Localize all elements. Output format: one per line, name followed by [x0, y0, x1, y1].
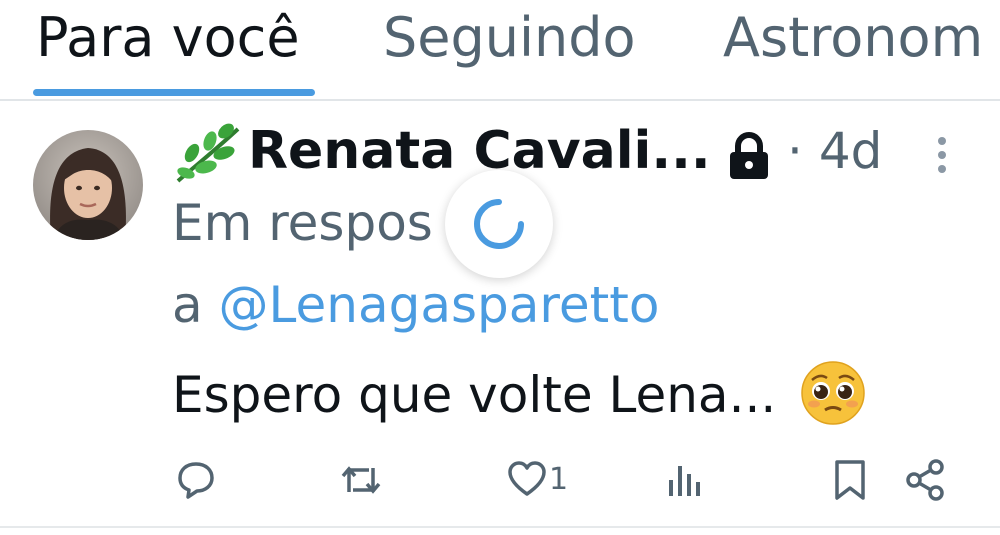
tweet-text-content: Espero que volte Lena...: [172, 366, 777, 424]
share-icon: [906, 459, 944, 501]
lock-icon: [730, 132, 768, 179]
more-options-icon[interactable]: [934, 135, 950, 175]
pleading-face-icon: [801, 361, 865, 425]
tweet-time-value: 4d: [818, 122, 883, 180]
tab-para-voce[interactable]: Para você: [36, 6, 300, 70]
active-tab-indicator: [33, 89, 315, 96]
timeline-tabs: Para você Seguindo Astronom: [0, 0, 1000, 101]
bookmark-button[interactable]: [832, 458, 868, 502]
tweet-actions: 1: [0, 450, 1000, 510]
reply-button[interactable]: [176, 458, 216, 502]
reply-mention-link[interactable]: @Lenagasparetto: [219, 276, 660, 334]
views-button[interactable]: [666, 458, 702, 502]
tab-seguindo[interactable]: Seguindo: [383, 6, 636, 70]
analytics-icon: [669, 466, 700, 496]
like-count: 1: [549, 462, 569, 497]
like-button[interactable]: [506, 458, 548, 502]
reply-target: a @Lenagasparetto: [172, 272, 659, 338]
tweet-text: Espero que volte Lena...: [172, 360, 866, 428]
herb-leaf-icon: [176, 123, 240, 183]
tab-astronomy[interactable]: Astronom: [723, 6, 983, 70]
tweet-divider: [0, 526, 1000, 528]
tweet-header: Renata Cavali... · 4d: [172, 117, 972, 187]
spinner-icon: [474, 199, 524, 249]
reply-context: Em respos: [172, 194, 433, 252]
reply-to-word: a: [172, 276, 203, 334]
separator-dot: ·: [787, 122, 803, 180]
tabs-divider: [0, 99, 1000, 101]
loading-spinner: [445, 170, 553, 278]
tweet-timestamp[interactable]: · 4d: [787, 117, 882, 185]
bookmark-icon: [835, 460, 865, 500]
retweet-button[interactable]: [339, 458, 383, 502]
share-button[interactable]: [905, 458, 947, 502]
comment-icon: [178, 462, 214, 499]
retweet-icon: [341, 466, 381, 494]
heart-icon: [508, 461, 546, 496]
avatar[interactable]: [33, 130, 143, 240]
